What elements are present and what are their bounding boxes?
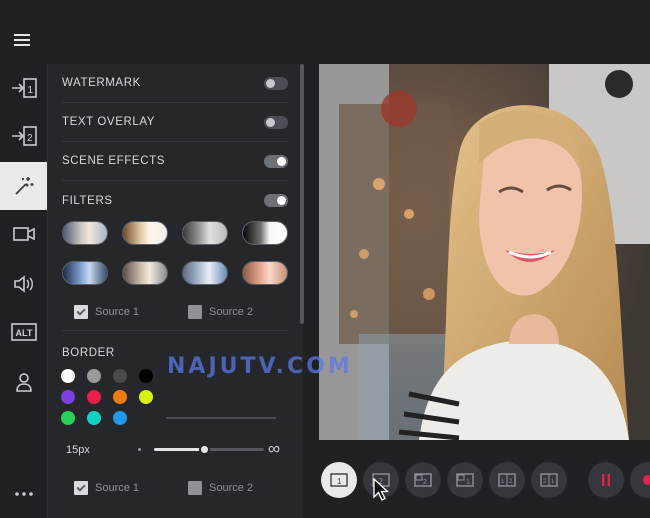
border-source-row: Source 1 Source 2 <box>74 481 284 497</box>
checkbox-label: Source 1 <box>95 482 140 494</box>
checkbox-box <box>188 305 202 319</box>
filter-thumbnail[interactable] <box>62 261 108 285</box>
border-source-1-checkbox[interactable]: Source 1 <box>74 481 139 495</box>
slider-fill <box>154 448 204 451</box>
filter-thumbnail[interactable] <box>122 221 168 245</box>
camera-icon[interactable] <box>0 210 47 258</box>
scene-layout-bar: 1 2 2 1 12 21 <box>304 440 650 518</box>
text-overlay-row: TEXT OVERLAY <box>62 103 288 142</box>
border-size-value: 15px <box>66 444 90 456</box>
layout-single-1-button[interactable]: 1 <box>321 462 357 498</box>
border-label: BORDER <box>62 347 115 359</box>
text-overlay-toggle[interactable] <box>264 115 288 129</box>
panel-scrollbar[interactable] <box>300 64 304 324</box>
top-bar <box>0 0 650 64</box>
alt-text-icon[interactable]: ALT <box>0 308 47 356</box>
color-swatch-green[interactable] <box>61 411 75 425</box>
filter-thumbnail[interactable] <box>242 221 288 245</box>
slider-min-dot <box>138 448 141 451</box>
svg-text:2: 2 <box>509 479 513 485</box>
svg-text:2: 2 <box>27 133 33 144</box>
filters-label: FILTERS <box>62 194 113 207</box>
watermark-label: WATERMARK <box>62 77 141 89</box>
layout-split-2-1-button[interactable]: 21 <box>531 462 567 498</box>
menu-icon[interactable] <box>14 34 30 46</box>
color-swatch-blue[interactable] <box>113 411 127 425</box>
filter-source-row: Source 1 Source 2 <box>74 305 284 321</box>
border-style-line <box>166 417 276 419</box>
infinity-icon[interactable]: ∞ <box>268 439 280 459</box>
settings-panel: WATERMARK TEXT OVERLAY SCENE EFFECTS FIL… <box>47 64 303 518</box>
text-overlay-label: TEXT OVERLAY <box>62 116 156 128</box>
filter-thumbnail[interactable] <box>122 261 168 285</box>
filters-toggle[interactable] <box>264 194 288 207</box>
filter-thumbnail[interactable] <box>242 261 288 285</box>
watermark-row: WATERMARK <box>62 64 288 103</box>
camera-feed-image <box>319 64 650 440</box>
checkbox-box <box>188 481 202 495</box>
more-icon[interactable] <box>0 470 47 518</box>
filters-row: FILTERS <box>62 181 288 220</box>
user-icon[interactable] <box>0 358 47 406</box>
border-size-slider[interactable] <box>154 444 264 455</box>
slider-handle[interactable] <box>198 444 210 455</box>
divider <box>62 330 288 331</box>
border-source-2-checkbox[interactable]: Source 2 <box>188 481 253 495</box>
checkbox-box <box>74 481 88 495</box>
color-swatch-purple[interactable] <box>61 390 75 404</box>
layout-pip-2-1-button[interactable]: 1 <box>447 462 483 498</box>
svg-text:2: 2 <box>543 479 547 485</box>
pause-button[interactable] <box>588 462 624 498</box>
magic-wand-icon[interactable] <box>0 162 47 210</box>
checkbox-label: Source 2 <box>209 306 254 318</box>
color-swatch-orange[interactable] <box>113 390 127 404</box>
color-swatch-teal[interactable] <box>87 411 101 425</box>
color-swatch-yellow[interactable] <box>139 390 153 404</box>
checkbox-box <box>74 305 88 319</box>
checkbox-label: Source 2 <box>209 482 254 494</box>
color-swatch-black[interactable] <box>139 369 153 383</box>
mouse-cursor-icon <box>373 478 389 501</box>
layout-pip-1-2-button[interactable]: 2 <box>405 462 441 498</box>
input-2-icon[interactable]: 2 <box>0 112 47 160</box>
svg-text:2: 2 <box>423 479 427 486</box>
layout-split-1-2-button[interactable]: 12 <box>489 462 525 498</box>
record-button[interactable] <box>630 462 650 498</box>
color-swatch-white[interactable] <box>61 369 75 383</box>
checkbox-label: Source 1 <box>95 306 140 318</box>
scene-effects-row: SCENE EFFECTS <box>62 142 288 181</box>
svg-text:1: 1 <box>337 477 342 486</box>
alt-text-label: ALT <box>15 328 32 338</box>
video-preview <box>319 64 650 440</box>
speaker-icon[interactable] <box>0 260 47 308</box>
scene-effects-label: SCENE EFFECTS <box>62 155 166 167</box>
color-swatch-gray[interactable] <box>87 369 101 383</box>
input-1-icon[interactable]: 1 <box>0 64 47 112</box>
scene-effects-toggle[interactable] <box>264 154 288 168</box>
filter-thumbnail[interactable] <box>182 261 228 285</box>
watermark-toggle[interactable] <box>264 76 288 90</box>
svg-text:1: 1 <box>27 85 33 96</box>
svg-text:1: 1 <box>466 479 470 486</box>
color-swatch-dark-gray[interactable] <box>113 369 127 383</box>
filter-source-2-checkbox[interactable]: Source 2 <box>188 305 253 319</box>
svg-text:1: 1 <box>501 479 505 485</box>
left-icon-rail: 1 2 ALT <box>0 64 47 518</box>
color-swatch-red[interactable] <box>87 390 101 404</box>
filter-source-1-checkbox[interactable]: Source 1 <box>74 305 139 319</box>
filter-thumbnail[interactable] <box>182 221 228 245</box>
filter-thumbnail[interactable] <box>62 221 108 245</box>
svg-text:1: 1 <box>551 479 555 485</box>
